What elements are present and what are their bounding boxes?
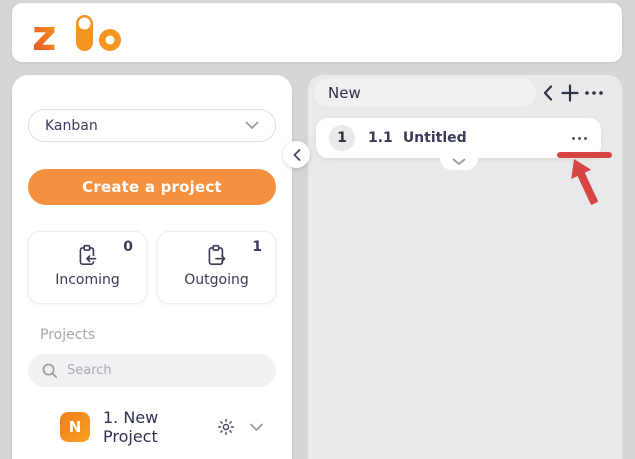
stats-row: 0 Incoming 1: [28, 231, 276, 304]
collapse-column-button[interactable]: [536, 81, 560, 105]
clipboard-arrow-in-icon: [75, 243, 101, 269]
card-title: Untitled: [403, 130, 467, 146]
app-window: z Kanban Create a project 0: [0, 0, 635, 459]
search-input[interactable]: [67, 363, 264, 378]
card-menu-button[interactable]: [571, 136, 588, 141]
outgoing-label: Outgoing: [184, 272, 248, 288]
zio-logo: z: [34, 11, 138, 55]
search-box: [28, 354, 276, 387]
sidebar: Kanban Create a project 0 Incoming: [12, 75, 292, 459]
outgoing-count: 1: [252, 239, 262, 255]
expand-card-button[interactable]: [440, 158, 478, 170]
view-mode-value: Kanban: [45, 118, 98, 134]
board-column: New 1 1.1 Untitled: [308, 75, 622, 459]
plus-icon: [561, 84, 579, 102]
top-bar: z: [12, 3, 622, 62]
create-project-button[interactable]: Create a project: [28, 169, 276, 205]
column-title-text: New: [328, 84, 361, 102]
chevron-down-icon: [245, 121, 259, 130]
incoming-card[interactable]: 0 Incoming: [28, 231, 147, 304]
project-list-item[interactable]: N 1. New Project: [28, 408, 276, 446]
incoming-label: Incoming: [55, 272, 120, 288]
svg-text:z: z: [34, 11, 56, 55]
view-mode-select[interactable]: Kanban: [28, 109, 276, 142]
incoming-count: 0: [123, 239, 133, 255]
chevron-left-icon: [543, 85, 553, 101]
projects-section-label: Projects: [28, 327, 276, 343]
ellipsis-icon: [584, 90, 604, 96]
column-menu-button[interactable]: [582, 81, 606, 105]
collapse-sidebar-button[interactable]: [283, 141, 310, 168]
chevron-down-icon[interactable]: [249, 423, 264, 432]
card-number-badge: 1: [329, 125, 355, 151]
add-card-button[interactable]: [558, 81, 582, 105]
column-title-input[interactable]: New: [314, 79, 536, 106]
chevron-left-icon: [293, 149, 301, 161]
clipboard-arrow-out-icon: [204, 243, 230, 269]
ellipsis-icon: [571, 136, 588, 141]
card-code: 1.1: [368, 130, 393, 146]
project-avatar: N: [60, 412, 90, 442]
search-icon: [40, 361, 59, 380]
project-name: 1. New Project: [103, 408, 203, 446]
chevron-down-icon: [452, 158, 466, 166]
gear-icon[interactable]: [216, 417, 236, 437]
outgoing-card[interactable]: 1 Outgoing: [157, 231, 276, 304]
